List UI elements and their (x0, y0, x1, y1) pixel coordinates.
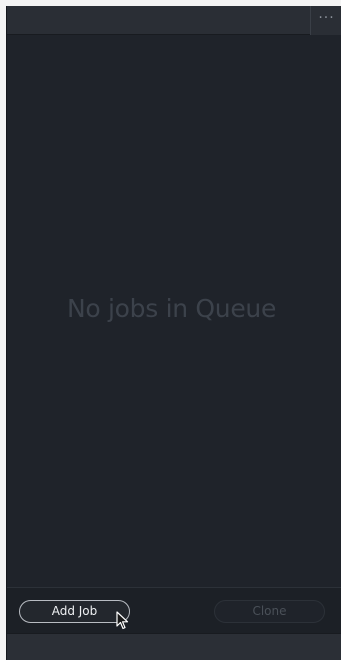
bottom-status-bar (7, 633, 341, 660)
queue-footer: Add Job Clone (7, 587, 341, 633)
panel-options-button[interactable]: ··· (310, 6, 341, 35)
more-horizontal-icon: ··· (318, 10, 335, 26)
render-queue-panel: ··· No jobs in Queue Add Job Clone (6, 6, 341, 660)
add-job-button[interactable]: Add Job (19, 600, 130, 623)
panel-header: ··· (7, 6, 341, 35)
empty-queue-message: No jobs in Queue (66, 294, 277, 323)
clone-button[interactable]: Clone (214, 600, 325, 623)
job-queue-list[interactable]: No jobs in Queue (7, 36, 341, 587)
mouse-pointer-icon (116, 611, 129, 630)
